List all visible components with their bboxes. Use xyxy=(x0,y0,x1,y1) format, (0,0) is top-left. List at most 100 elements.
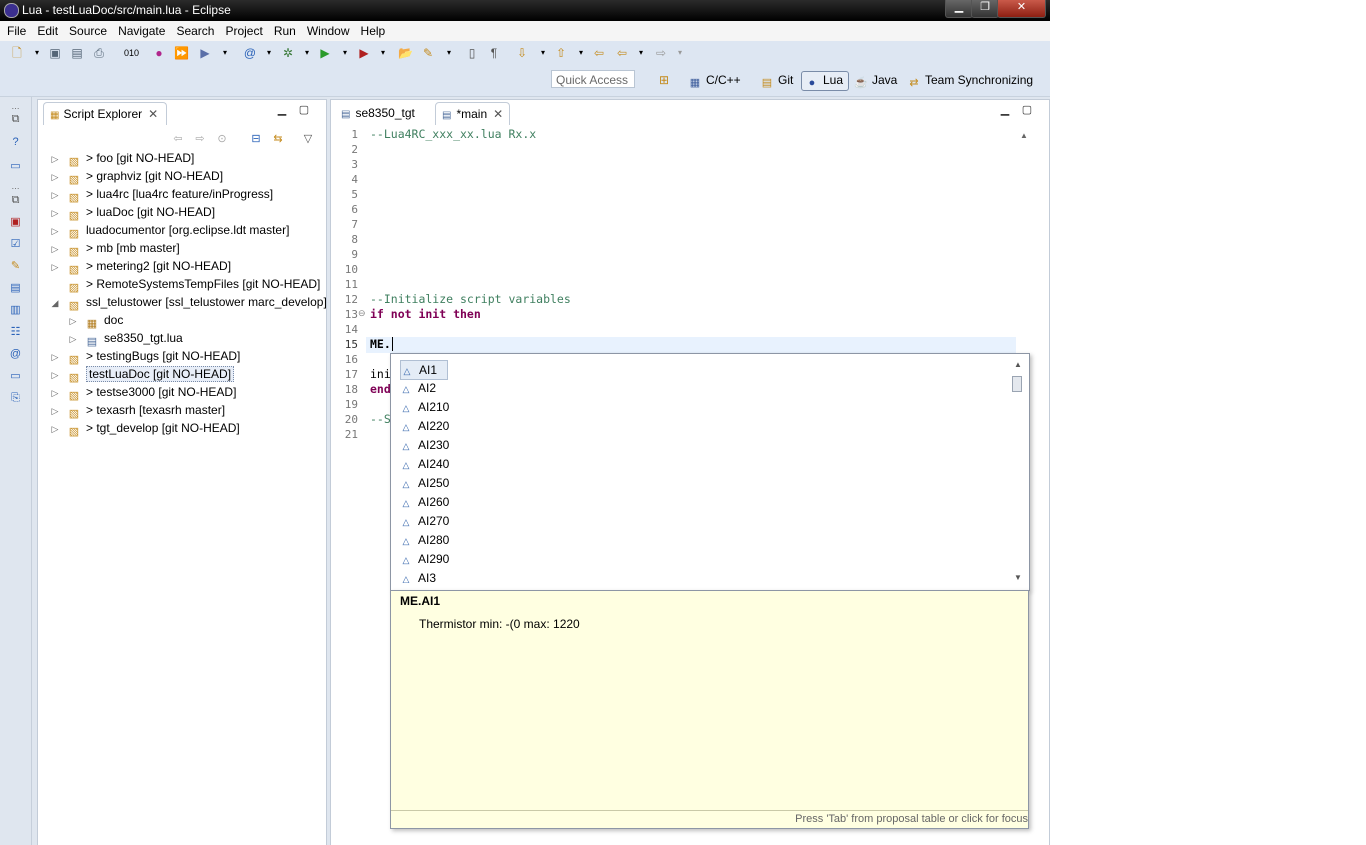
save-icon[interactable]: ▣ xyxy=(48,46,62,60)
proposal-item[interactable]: △ AI210 xyxy=(400,398,450,416)
close-button[interactable]: ✕ xyxy=(997,0,1046,18)
tab-script-explorer[interactable]: ▦ Script Explorer ✕ xyxy=(43,102,168,125)
tree-item[interactable]: ▷ ▨ luadocumentor [org.eclipse.ldt master] xyxy=(50,221,290,240)
monitor-icon[interactable]: ▭ xyxy=(8,369,23,384)
minimize-view-icon[interactable]: ▁ xyxy=(276,104,288,116)
restore-icon-2[interactable]: ⧉ xyxy=(8,193,23,208)
restore-icon[interactable]: ⧉ xyxy=(8,112,23,127)
next-annotation-dropdown-icon[interactable]: ▾ xyxy=(536,46,550,60)
minimize-editor-icon[interactable]: ▁ xyxy=(999,104,1011,116)
console-icon[interactable]: ▤ xyxy=(8,281,23,296)
last-edit-icon[interactable]: ⇦ xyxy=(592,46,606,60)
code-line[interactable]: ini xyxy=(370,367,391,382)
tree-item[interactable]: ▷ ▦ doc xyxy=(68,311,124,330)
remote-icon[interactable]: ⎘ xyxy=(8,391,23,406)
proposal-item[interactable]: △ AI280 xyxy=(400,531,450,549)
tasks-icon[interactable]: ☑ xyxy=(8,237,23,252)
tree-item[interactable]: ▷ ▧ > metering2 [git NO-HEAD] xyxy=(50,257,232,276)
proposal-item[interactable]: △ AI290 xyxy=(400,550,450,568)
print-icon[interactable]: ⎙ xyxy=(92,46,106,60)
perspective-java[interactable]: ☕ Java xyxy=(854,72,897,90)
proposal-item[interactable]: △ AI260 xyxy=(400,493,450,511)
tab-main[interactable]: ▤ *main ✕ xyxy=(435,102,511,125)
menu-search[interactable]: Search xyxy=(172,21,218,41)
perspective-lua[interactable]: ● Lua xyxy=(801,71,850,91)
proposal-item[interactable]: △ AI240 xyxy=(400,455,450,473)
expand-icon[interactable]: ▷ xyxy=(50,258,60,276)
at-dropdown-icon[interactable]: ▾ xyxy=(262,46,276,60)
expand-icon[interactable]: ▷ xyxy=(50,168,60,186)
tree-item[interactable]: ▷ ▧ > graphviz [git NO-HEAD] xyxy=(50,167,224,186)
debug-icon[interactable]: ✲ xyxy=(281,46,295,60)
scroll-up-icon[interactable]: ▲ xyxy=(1020,131,1028,140)
external-tools-dropdown-icon[interactable]: ▾ xyxy=(376,46,390,60)
code-line[interactable]: if not init then xyxy=(370,307,481,322)
menu-source[interactable]: Source xyxy=(65,21,111,41)
back-nav-icon[interactable]: ⇦ xyxy=(172,133,184,145)
close-icon[interactable]: ✕ xyxy=(148,107,158,121)
perspective-team-sync[interactable]: ⇄ Team Synchronizing xyxy=(907,72,1033,90)
show-whitespace-icon[interactable]: ¶ xyxy=(487,46,501,60)
external-tools-icon[interactable]: ▶ xyxy=(357,46,371,60)
expand-icon[interactable]: ▷ xyxy=(50,186,60,204)
new-icon[interactable]: 🗋 xyxy=(10,46,24,60)
tree-item[interactable]: ▷ ▧ > testse3000 [git NO-HEAD] xyxy=(50,383,237,402)
proposal-item[interactable]: △ AI3 xyxy=(400,569,436,583)
code-line[interactable]: --Initialize script variables xyxy=(370,292,571,307)
expand-icon[interactable]: ▷ xyxy=(50,348,60,366)
open-perspective-icon[interactable]: ⊞ xyxy=(657,73,671,87)
breakpoint-icon[interactable]: ● xyxy=(152,46,166,60)
maximize-view-icon[interactable]: ▢ xyxy=(298,104,310,116)
maximize-button[interactable]: ❐ xyxy=(971,0,999,18)
search-view-icon[interactable]: ✎ xyxy=(8,259,23,274)
close-icon[interactable]: ✕ xyxy=(493,107,503,121)
run-last-dropdown-icon[interactable]: ▾ xyxy=(218,46,232,60)
run-dropdown-icon[interactable]: ▾ xyxy=(338,46,352,60)
expand-icon[interactable]: ▷ xyxy=(50,222,60,240)
scroll-down-icon[interactable]: ▼ xyxy=(1014,573,1022,582)
expand-icon[interactable]: ▷ xyxy=(50,384,60,402)
tree-item[interactable]: ▷ ▧ > testingBugs [git NO-HEAD] xyxy=(50,347,241,366)
prev-annotation-icon[interactable]: ⇧ xyxy=(554,46,568,60)
javadoc-icon[interactable]: @ xyxy=(8,347,23,362)
tree-item[interactable]: ◢ ▧ ssl_telustower [ssl_telustower marc_de… xyxy=(50,293,327,312)
tree-item[interactable]: ▨ > RemoteSystemsTempFiles [git NO-HEAD] xyxy=(50,275,321,294)
up-nav-icon[interactable]: ⊙ xyxy=(216,133,228,145)
window-icon[interactable]: ▭ xyxy=(8,159,23,174)
code-line-current[interactable]: ME. xyxy=(370,337,393,352)
back-icon[interactable]: ⇦ xyxy=(615,46,629,60)
fold-icon[interactable]: ⊖ xyxy=(358,308,366,319)
expand-icon[interactable]: ▷ xyxy=(50,402,60,420)
proposal-item[interactable]: △ AI230 xyxy=(400,436,450,454)
properties-icon[interactable]: ▥ xyxy=(8,303,23,318)
perspective-git[interactable]: ▤ Git xyxy=(760,72,794,90)
next-annotation-icon[interactable]: ⇩ xyxy=(515,46,529,60)
forward-nav-icon[interactable]: ⇨ xyxy=(194,133,206,145)
error-log-icon[interactable]: ▣ xyxy=(8,215,23,230)
expand-icon[interactable]: ▷ xyxy=(68,312,78,330)
run-last-icon[interactable]: ▶ xyxy=(198,46,212,60)
wand-icon[interactable]: ✎ xyxy=(421,46,435,60)
scroll-up-icon[interactable]: ▲ xyxy=(1014,360,1022,369)
menu-window[interactable]: Window xyxy=(303,21,354,41)
forward-dropdown-icon[interactable]: ▾ xyxy=(673,46,687,60)
tree-item[interactable]: ▷ ▧ > texasrh [texasrh master] xyxy=(50,401,226,420)
toggle-block-icon[interactable]: ▯ xyxy=(465,46,479,60)
menu-navigate[interactable]: Navigate xyxy=(114,21,169,41)
expand-icon[interactable]: ▷ xyxy=(50,420,60,438)
tree-item[interactable]: ▷ ▧ > tgt_develop [git NO-HEAD] xyxy=(50,419,240,438)
proposal-item[interactable]: △ AI220 xyxy=(400,417,450,435)
proposal-scrollbar[interactable]: ▲ ▼ xyxy=(1011,360,1024,582)
tree-item[interactable]: ▷ ▧ > mb [mb master] xyxy=(50,239,180,258)
proposal-item[interactable]: △ AI2 xyxy=(400,379,436,397)
help-icon[interactable]: ? xyxy=(8,135,23,150)
run-icon[interactable]: ▶ xyxy=(318,46,332,60)
at-icon[interactable]: @ xyxy=(243,46,257,60)
link-with-editor-icon[interactable]: ⇆ xyxy=(272,133,284,145)
back-dropdown-icon[interactable]: ▾ xyxy=(634,46,648,60)
tree-item[interactable]: ▷ ▧ testLuaDoc [git NO-HEAD] xyxy=(50,365,235,384)
skip-icon[interactable]: ⏩ xyxy=(174,46,189,60)
debug-dropdown-icon[interactable]: ▾ xyxy=(300,46,314,60)
code-line[interactable]: --S xyxy=(370,412,391,427)
menu-run[interactable]: Run xyxy=(270,21,300,41)
